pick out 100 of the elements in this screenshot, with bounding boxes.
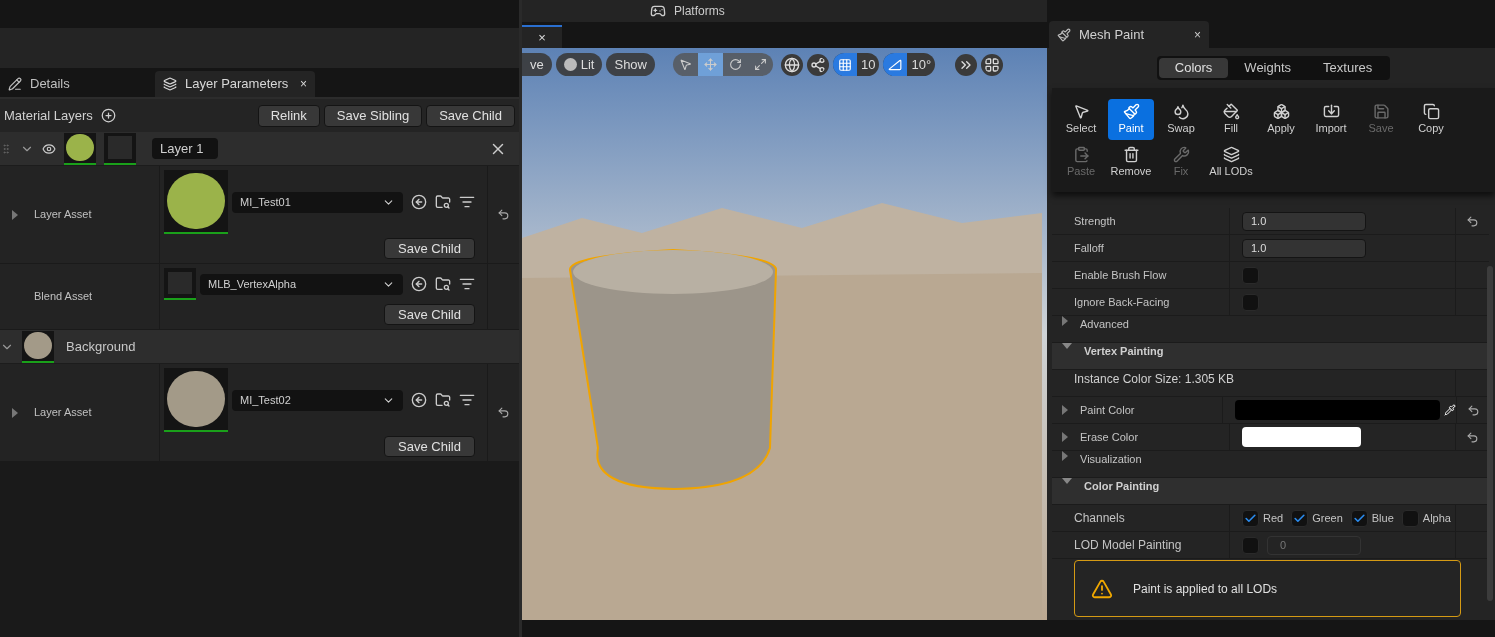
viewport[interactable]: ve Lit Show 10 10°	[522, 48, 1047, 620]
browse-icon[interactable]	[435, 276, 451, 292]
eyedropper-icon[interactable]	[1444, 404, 1457, 416]
filter-icon[interactable]	[459, 194, 475, 210]
property-label: Layer Asset	[34, 207, 92, 223]
checkbox[interactable]	[1401, 509, 1419, 527]
angle-snap-toggle[interactable]: 10°	[883, 53, 936, 76]
checkbox[interactable]	[1242, 266, 1259, 284]
checkbox[interactable]	[1242, 509, 1259, 527]
color-swatch[interactable]	[1242, 427, 1361, 447]
panel-tab[interactable]: Mesh Paint ×	[1049, 21, 1209, 48]
number-field[interactable]: 1.0	[1242, 211, 1366, 231]
property-label: Blend Asset	[34, 289, 93, 305]
checkmark-icon	[1244, 511, 1257, 525]
expand-arrow-icon[interactable]	[1062, 478, 1072, 484]
remove-tool[interactable]: Remove	[1108, 142, 1154, 183]
warning-text: Paint is applied to all LODs	[1133, 580, 1278, 598]
property-label: Visualization	[1080, 452, 1142, 467]
reset-icon[interactable]	[496, 208, 510, 221]
close-tab-button[interactable]: ×	[300, 75, 307, 93]
pencil-icon	[8, 77, 22, 91]
panel-tab[interactable]: Details	[0, 71, 155, 97]
expand-arrow-icon[interactable]	[12, 209, 18, 220]
save-child-button[interactable]: Save Child	[384, 436, 475, 457]
viewport-tab[interactable]: ×	[522, 25, 562, 48]
mode-tab[interactable]: Textures	[1307, 58, 1389, 78]
checkbox[interactable]	[1350, 509, 1368, 527]
filter-icon[interactable]	[459, 276, 475, 292]
use-selected-icon[interactable]	[411, 194, 427, 210]
toolbar-button[interactable]: Save Child	[426, 104, 515, 127]
browse-icon[interactable]	[435, 392, 451, 408]
lods-tool-icon	[1222, 145, 1240, 163]
expand-arrows-icon	[754, 58, 767, 71]
browse-icon[interactable]	[435, 194, 451, 210]
view-mode-button[interactable]: Show	[606, 53, 655, 76]
grip-icon[interactable]	[0, 142, 12, 155]
globe-icon[interactable]	[781, 53, 803, 76]
filter-icon[interactable]	[459, 392, 475, 408]
move-arrows-icon	[704, 58, 717, 71]
asset-dropdown[interactable]: MI_Test02	[232, 389, 403, 411]
channel-label: Blue	[1371, 510, 1394, 526]
property-label: Advanced	[1080, 317, 1129, 332]
expand-arrow-icon[interactable]	[1062, 316, 1068, 326]
reset-icon[interactable]	[1466, 214, 1479, 228]
fill-tool[interactable]: Fill	[1208, 99, 1254, 140]
mode-tab[interactable]: Colors	[1158, 58, 1229, 78]
expand-arrow-icon[interactable]	[12, 407, 18, 418]
use-selected-icon[interactable]	[411, 392, 427, 408]
layer-header[interactable]: Background	[0, 330, 519, 364]
swap-tool[interactable]: Swap	[1158, 99, 1204, 140]
checkbox[interactable]	[1242, 293, 1259, 311]
view-mode-button[interactable]: ve	[522, 53, 552, 76]
property-label: Enable Brush Flow	[1074, 267, 1167, 283]
asset-dropdown[interactable]: MI_Test01	[232, 191, 403, 213]
expand-arrow-icon[interactable]	[1062, 451, 1068, 461]
gamepad-icon[interactable]	[650, 3, 666, 19]
use-selected-icon[interactable]	[411, 276, 427, 292]
save-tool-icon	[1372, 102, 1390, 120]
platforms-menu[interactable]: Platforms	[674, 2, 725, 20]
grid-snap-toggle[interactable]: 10	[833, 53, 880, 76]
select-tool[interactable]: Select	[1058, 99, 1104, 140]
layers-icon	[163, 77, 177, 91]
reset-icon[interactable]	[1466, 430, 1479, 444]
view-mode-button[interactable]: Lit	[555, 53, 603, 76]
toolbar-button[interactable]: Relink	[257, 104, 320, 127]
layer-header[interactable]: Layer 1	[0, 132, 519, 166]
apply-tool[interactable]: Apply	[1258, 99, 1304, 140]
import-tool[interactable]: Import	[1308, 99, 1354, 140]
fix-tool-icon	[1172, 145, 1190, 163]
material-thumbnail	[164, 170, 228, 234]
expand-arrow-icon[interactable]	[1062, 405, 1068, 415]
material-thumbnail	[164, 368, 228, 432]
all-lods-tool[interactable]: All LODs	[1208, 142, 1254, 183]
expand-arrow-icon[interactable]	[1062, 432, 1068, 442]
toolbar-button[interactable]: Save Sibling	[323, 104, 423, 127]
copy-tool[interactable]: Copy	[1408, 99, 1454, 140]
warning-icon	[1091, 577, 1113, 600]
paint-tool[interactable]: Paint	[1108, 99, 1154, 140]
save-child-button[interactable]: Save Child	[384, 238, 475, 259]
property-label: Paint Color	[1080, 402, 1135, 418]
expand-arrow-icon[interactable]	[1062, 343, 1072, 349]
reset-icon[interactable]	[496, 406, 510, 419]
asset-dropdown[interactable]: MLB_VertexAlpha	[200, 273, 403, 295]
number-field[interactable]: 1.0	[1242, 238, 1366, 258]
add-icon[interactable]	[100, 108, 116, 123]
more-icon[interactable]	[955, 53, 978, 76]
layout-icon[interactable]	[981, 53, 1004, 76]
reset-icon[interactable]	[1466, 403, 1480, 417]
channel-label: Green	[1312, 510, 1343, 526]
color-swatch[interactable]	[1235, 400, 1441, 420]
checkbox[interactable]	[1291, 509, 1309, 527]
section-header: Color Painting	[1084, 479, 1160, 494]
panel-tab[interactable]: Layer Parameters ×	[155, 71, 315, 97]
mode-tab[interactable]: Weights	[1228, 58, 1308, 78]
eye-icon[interactable]	[42, 141, 56, 156]
close-tab-button[interactable]: ×	[1194, 25, 1201, 44]
save-child-button[interactable]: Save Child	[384, 304, 475, 325]
layer-name-field[interactable]: Layer 1	[152, 138, 218, 159]
scrollbar[interactable]	[1487, 266, 1493, 601]
tab-label: Mesh Paint	[1079, 25, 1145, 44]
